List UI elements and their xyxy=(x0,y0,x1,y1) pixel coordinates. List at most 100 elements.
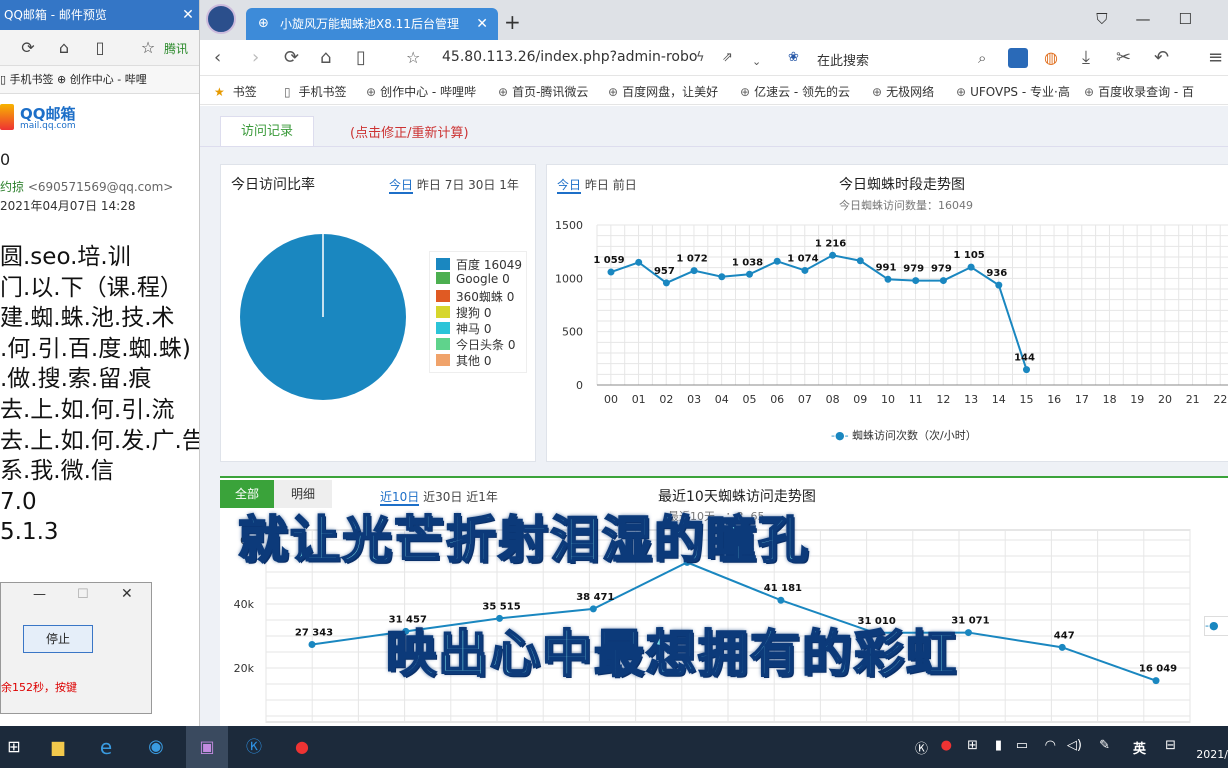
data-label: 1 072 xyxy=(676,254,707,265)
k-app-icon[interactable]: Ⓚ xyxy=(240,734,268,760)
nav-bar: ‹ › ⟳ ⌂ ▯ ☆ 45.80.113.26/index.php?admin… xyxy=(200,40,1228,76)
tab-visit-records[interactable]: 访问记录 xyxy=(220,116,314,146)
mic-icon[interactable]: ▮ xyxy=(995,738,1002,753)
scissors-icon[interactable]: ✂ xyxy=(1116,47,1131,69)
browser-tab[interactable]: ⊕ 小旋风万能蜘蛛池X8.11后台管理 ✕ xyxy=(246,8,498,40)
network-tray-icon[interactable]: ⊞ xyxy=(967,738,978,753)
home-icon[interactable]: ⌂ xyxy=(320,47,331,69)
period-link[interactable]: 7日 xyxy=(445,178,465,192)
clock-date[interactable]: 2021/ xyxy=(1196,748,1228,761)
bookmarks-bar: ★ 书签 ▯ 手机书签 ⊕ 创作中心 - 哔哩哔 ⊕ 首页-腾讯微云 ⊕ 百度网盘，让美… xyxy=(200,77,1228,105)
record-tray-icon[interactable]: ● xyxy=(941,738,952,753)
y-tick-label: 0 xyxy=(576,379,583,392)
avatar[interactable] xyxy=(206,4,236,34)
star-icon[interactable]: ☆ xyxy=(138,38,158,58)
bookmark-item[interactable]: ⊕ 百度收录查询 - 百 xyxy=(1084,83,1194,100)
bookmark-item[interactable]: ⊕ UFOVPS - 专业·高 xyxy=(956,83,1070,100)
search-input[interactable]: 在此搜索 xyxy=(817,50,869,69)
forward-icon[interactable]: › xyxy=(252,47,259,69)
x-tick-label: 19 xyxy=(1130,393,1144,405)
refresh-icon[interactable]: ⟳ xyxy=(284,47,299,69)
ime-mode-icon[interactable]: ⊟ xyxy=(1165,738,1176,753)
period-link[interactable]: 前日 xyxy=(613,178,637,192)
mail-body-line: 5.1.3 xyxy=(0,519,59,546)
bookmark-star-icon[interactable]: ☆ xyxy=(406,47,420,69)
panel-title: 今日访问比率 xyxy=(231,177,315,193)
data-point xyxy=(801,266,809,274)
pen-icon[interactable]: ✎ xyxy=(1099,738,1110,753)
data-point xyxy=(308,641,316,649)
wifi-icon[interactable]: ◠ xyxy=(1045,738,1056,753)
minimize-icon[interactable]: — xyxy=(33,587,46,602)
task-view-icon[interactable]: ⊞ xyxy=(0,734,28,760)
data-label: 38 471 xyxy=(576,592,614,603)
period-link[interactable]: 1年 xyxy=(499,178,519,192)
bookmark-item[interactable]: ▯ 手机书签 xyxy=(284,83,346,100)
record-icon[interactable]: ● xyxy=(288,734,316,760)
ime-indicator[interactable]: 英 xyxy=(1133,738,1146,757)
legend-item[interactable]: 百度 16049 xyxy=(436,256,522,273)
download-icon[interactable]: ⤓ xyxy=(1082,47,1090,69)
address-bar[interactable]: 45.80.113.26/index.php?admin-robo xyxy=(442,49,697,65)
bookmark-item[interactable]: ⊕ 无极网络 xyxy=(872,83,934,100)
sender-email: <690571569@qq.com> xyxy=(27,180,174,194)
x-tick-label: 13 xyxy=(964,393,978,405)
close-icon[interactable]: ✕ xyxy=(177,0,199,30)
bookmark-item[interactable]: ⊕ 创作中心 - 哔哩哔 xyxy=(366,83,476,100)
battery-icon[interactable]: ▭ xyxy=(1016,738,1028,753)
home-icon[interactable]: ⌂ xyxy=(54,38,74,58)
period-link[interactable]: 昨日 xyxy=(585,178,609,192)
window-controls[interactable]: ⛉—☐ xyxy=(1096,10,1220,28)
close-tab-icon[interactable]: ✕ xyxy=(476,8,488,40)
share-icon[interactable]: ⇗ xyxy=(722,47,733,69)
browser-app-icon[interactable]: ◉ xyxy=(142,734,170,760)
paw-icon[interactable]: ❀ xyxy=(788,47,799,69)
reader-icon[interactable]: ▯ xyxy=(90,38,110,58)
legend-item[interactable]: 搜狗 0 xyxy=(436,304,491,321)
bookmark-item[interactable]: ⊕ 首页-腾讯微云 xyxy=(498,83,588,100)
tencent-link[interactable]: 腾讯 xyxy=(164,40,188,57)
back-icon[interactable]: ‹ xyxy=(214,47,221,69)
globe-icon: ⊕ xyxy=(956,85,967,99)
recalculate-link[interactable]: (点击修正/重新计算) xyxy=(350,122,469,141)
ie-icon[interactable]: e xyxy=(92,734,120,760)
file-explorer-icon[interactable]: ▆ xyxy=(44,734,72,760)
refresh-icon[interactable]: ⟳ xyxy=(18,38,38,58)
extension-icon[interactable] xyxy=(1008,48,1028,68)
bookmark-item[interactable]: ★ 书签 xyxy=(214,83,257,100)
legend-swatch xyxy=(436,354,450,366)
reader-icon[interactable]: ▯ xyxy=(356,47,366,69)
period-link[interactable]: 30日 xyxy=(468,178,495,192)
editor-app-icon[interactable]: ▣ xyxy=(186,726,228,768)
undo-icon[interactable]: ↶ xyxy=(1154,47,1169,69)
search-icon[interactable]: ⌕ xyxy=(978,47,986,69)
mail-body-line: 建.蜘.蛛.池.技.术 xyxy=(0,305,175,332)
stop-button[interactable]: 停止 xyxy=(23,625,93,653)
legend-item[interactable]: 今日头条 0 xyxy=(436,336,515,353)
globe-icon: ⊕ xyxy=(258,16,269,31)
close-icon[interactable]: ✕ xyxy=(121,586,133,602)
mail-bookmarks[interactable]: ▯ 手机书签 ⊕ 创作中心 - 哔哩 xyxy=(0,66,199,94)
chart-legend[interactable]: -●- 蜘蛛访问次数（次/小时） xyxy=(831,427,977,443)
bolt-icon[interactable]: ϟ xyxy=(696,47,705,69)
legend-item[interactable]: 其他 0 xyxy=(436,352,491,369)
gamepad-icon[interactable]: ◍ xyxy=(1044,47,1058,69)
maximize-icon[interactable]: ☐ xyxy=(77,587,89,602)
legend-marker-icon[interactable]: -● xyxy=(1204,616,1228,636)
data-label: 979 xyxy=(931,264,952,275)
k-tray-icon[interactable]: Ⓚ xyxy=(915,738,928,757)
volume-icon[interactable]: ◁) xyxy=(1067,738,1082,753)
new-tab-icon[interactable]: + xyxy=(504,10,521,34)
legend-item[interactable]: 360蜘蛛 0 xyxy=(436,288,514,305)
legend-item[interactable]: 神马 0 xyxy=(436,320,491,337)
qq-mail-logo: QQ邮箱 mail.qq.com xyxy=(0,100,199,136)
period-link[interactable]: 今日 xyxy=(389,178,414,194)
bookmark-item[interactable]: ⊕ 亿速云 - 领先的云 xyxy=(740,83,850,100)
menu-icon[interactable]: ≡ xyxy=(1208,47,1223,69)
tab-bar: ⊕ 小旋风万能蜘蛛池X8.11后台管理 ✕ + ⛉—☐ xyxy=(200,0,1228,40)
period-link[interactable]: 昨日 xyxy=(417,178,441,192)
legend-item[interactable]: Google 0 xyxy=(436,272,510,286)
chevron-down-icon[interactable]: ⌄ xyxy=(752,51,761,73)
period-link[interactable]: 今日 xyxy=(557,178,582,194)
bookmark-item[interactable]: ⊕ 百度网盘，让美好 xyxy=(608,83,718,100)
